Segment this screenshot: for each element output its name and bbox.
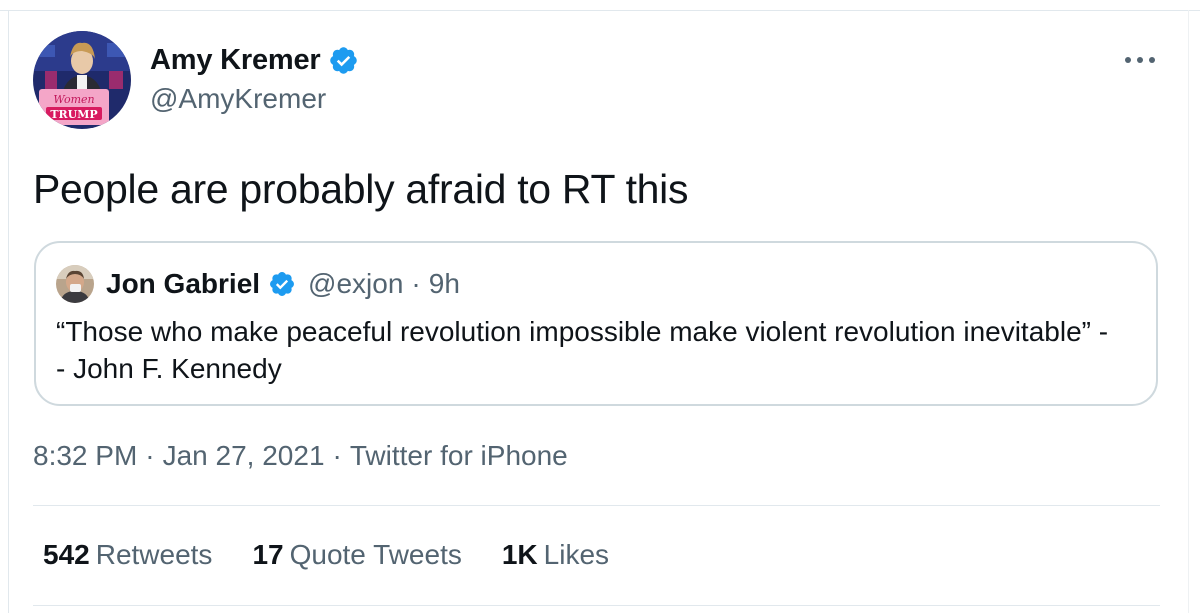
likes-label: Likes: [543, 539, 610, 570]
tweet-date[interactable]: Jan 27, 2021: [163, 440, 325, 471]
quoted-author-handle: @exjon: [308, 268, 404, 299]
retweets-count: 542: [43, 539, 90, 570]
retweets-label: Retweets: [95, 539, 213, 570]
quoted-user-avatar-icon: [56, 265, 94, 303]
author-name-row: Amy Kremer: [150, 44, 359, 77]
divider: [33, 505, 1160, 506]
author-avatar[interactable]: Women TRUMP: [33, 31, 131, 129]
tweet-source-link[interactable]: Twitter for iPhone: [350, 440, 568, 471]
user-avatar-photo-icon: Women TRUMP: [33, 31, 131, 129]
author-name[interactable]: Amy Kremer: [150, 44, 321, 77]
tweet-time[interactable]: 8:32 PM: [33, 440, 137, 471]
tweet-timestamp: 8:32 PM · Jan 27, 2021 · Twitter for iPhone: [33, 440, 568, 472]
quoted-verified-badge-icon: [268, 270, 296, 298]
likes-count: 1K: [501, 539, 538, 570]
card-top-border: [0, 10, 1200, 11]
divider: [33, 605, 1160, 606]
quoted-tweet-header: Jon Gabriel @exjon · 9h: [106, 268, 460, 300]
quoted-author-name: Jon Gabriel: [106, 268, 261, 299]
timestamp-separator: ·: [145, 440, 155, 471]
tweet-stats: 542 Retweets 17 Quote Tweets 1K Likes: [43, 539, 609, 571]
likes-stat[interactable]: 1K Likes: [502, 539, 609, 571]
quoted-tweet-text: “Those who make peaceful revolution impo…: [56, 316, 1109, 384]
more-options-icon[interactable]: [1122, 45, 1158, 75]
quoted-meta-separator: ·: [411, 268, 421, 299]
author-handle[interactable]: @AmyKremer: [150, 83, 326, 115]
timestamp-separator: ·: [332, 440, 342, 471]
quote-tweets-label: Quote Tweets: [289, 539, 462, 570]
card-right-border: [1188, 10, 1189, 613]
svg-text:TRUMP: TRUMP: [50, 108, 97, 121]
verified-badge-icon: [328, 45, 359, 76]
quoted-tweet-card[interactable]: Jon Gabriel @exjon · 9h “Those who make …: [34, 241, 1158, 406]
tweet-text: People are probably afraid to RT this: [33, 166, 689, 212]
retweets-stat[interactable]: 542 Retweets: [43, 539, 212, 571]
svg-text:Women: Women: [53, 93, 94, 106]
quoted-author-avatar[interactable]: [56, 265, 94, 303]
quote-tweets-count: 17: [252, 539, 284, 570]
quote-tweets-stat[interactable]: 17 Quote Tweets: [252, 539, 461, 571]
quoted-tweet-time: 9h: [428, 268, 460, 299]
card-left-border: [8, 10, 9, 613]
